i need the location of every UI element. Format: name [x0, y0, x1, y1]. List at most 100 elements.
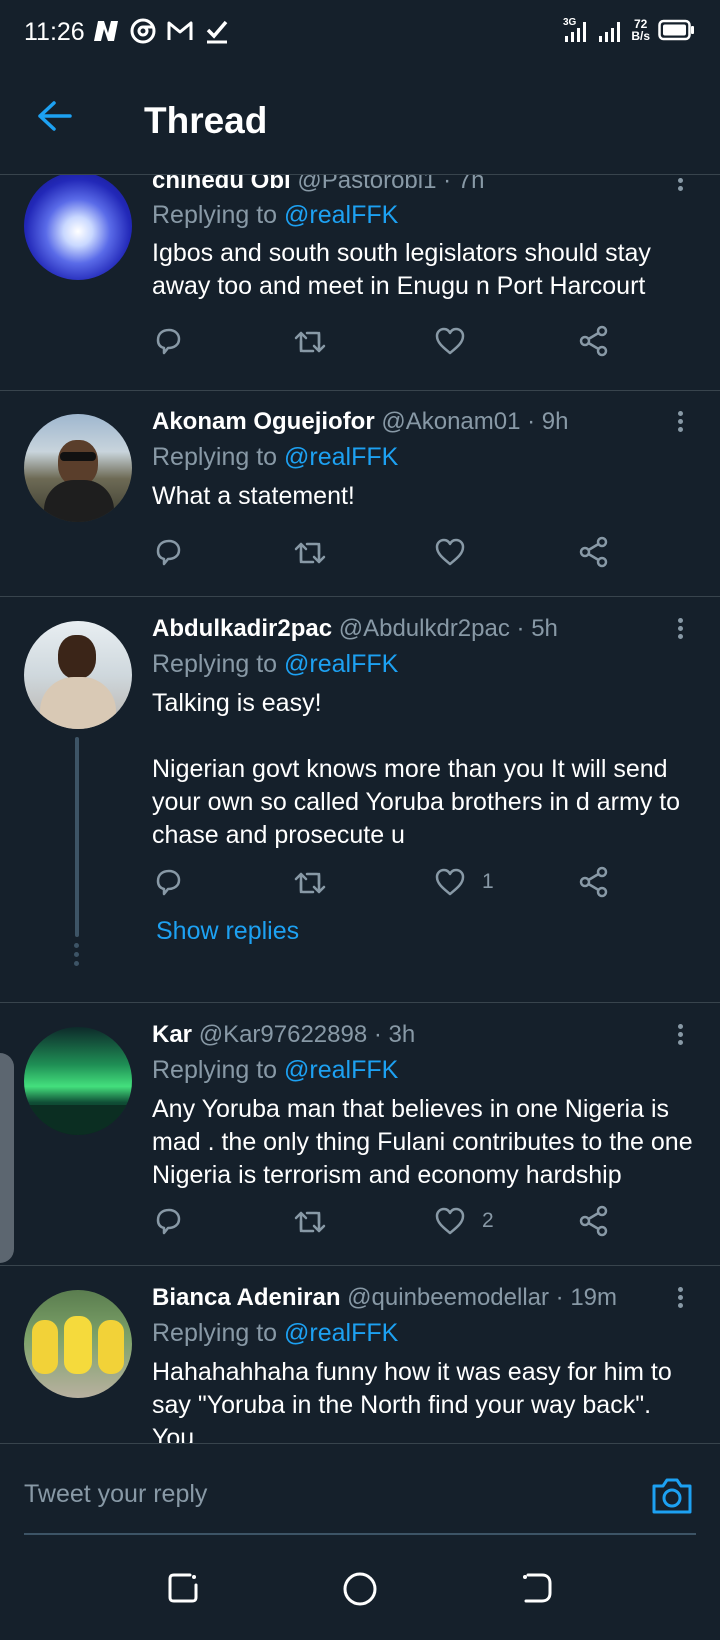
tweet-item[interactable]: Kar @Kar97622898 · 3h Replying to @realF…	[0, 1003, 720, 1266]
mention-link[interactable]: @realFFK	[284, 443, 398, 471]
share-button[interactable]	[578, 862, 610, 902]
thread-feed[interactable]: chinedu Obi @Pastorobi1 · 7h Replying to…	[0, 175, 720, 1443]
avatar[interactable]	[24, 621, 132, 729]
retweet-button[interactable]	[292, 532, 328, 572]
tweet-time: · 7h	[443, 175, 485, 194]
mention-link[interactable]: @realFFK	[284, 650, 398, 678]
tweet-time: · 19m	[555, 1284, 618, 1311]
share-button[interactable]	[578, 532, 610, 572]
signal-icon	[599, 22, 621, 42]
replying-to: Replying to @realFFK	[152, 201, 399, 229]
tweet-time: · 9h	[527, 408, 569, 435]
share-icon	[579, 866, 608, 898]
page-title: Thread	[144, 100, 268, 141]
thread-connector	[75, 737, 79, 937]
share-button[interactable]	[578, 1201, 610, 1241]
thread-dots	[74, 939, 79, 970]
tweet-actions: 1	[152, 862, 632, 902]
tweet-header: Abdulkadir2pac @Abdulkdr2pac · 5h	[152, 615, 558, 643]
like-button[interactable]	[434, 532, 482, 572]
show-replies-link[interactable]: Show replies	[156, 917, 299, 946]
tweet-text: Any Yoruba man that believes in one Nige…	[152, 1095, 693, 1189]
back-button[interactable]	[36, 100, 72, 137]
author-name[interactable]: Abdulkadir2pac	[152, 615, 332, 642]
recents-button[interactable]	[166, 1571, 200, 1610]
like-count: 2	[482, 1209, 494, 1232]
like-button[interactable]: 1	[434, 862, 494, 902]
retweet-button[interactable]	[292, 1201, 328, 1241]
reply-input[interactable]: Tweet your reply	[24, 1480, 207, 1509]
author-handle: @Pastorobi1	[297, 175, 437, 194]
edge-panel-handle[interactable]	[0, 1053, 14, 1263]
notification-icons	[92, 18, 230, 44]
avatar[interactable]	[24, 414, 132, 522]
tweet-actions	[152, 532, 632, 572]
author-handle: @Akonam01	[381, 408, 521, 435]
reply-button[interactable]	[152, 321, 184, 361]
more-options-button[interactable]	[668, 1284, 692, 1314]
tweet-header: chinedu Obi @Pastorobi1 · 7h	[152, 175, 484, 195]
tweet-item[interactable]: Akonam Oguejiofor @Akonam01 · 9h Replyin…	[0, 390, 720, 597]
signal-3g-icon: 3G	[563, 17, 587, 42]
replying-to: Replying to @realFFK	[152, 443, 399, 471]
tweet-item[interactable]: Abdulkadir2pac @Abdulkdr2pac · 5h Replyi…	[0, 597, 720, 1003]
camera-button[interactable]	[650, 1476, 694, 1521]
back-nav-button[interactable]	[520, 1571, 554, 1610]
reply-icon	[156, 869, 181, 896]
share-button[interactable]	[578, 321, 610, 361]
retweet-icon	[294, 542, 326, 564]
more-options-button[interactable]	[668, 615, 692, 645]
back-nav-icon	[523, 1573, 552, 1603]
like-icon	[435, 868, 465, 896]
reply-button[interactable]	[152, 862, 184, 902]
like-icon	[435, 538, 465, 566]
author-name[interactable]: Bianca Adeniran	[152, 1284, 341, 1311]
reply-button[interactable]	[152, 1201, 184, 1241]
author-handle: @Kar97622898	[198, 1021, 368, 1048]
retweet-icon	[294, 872, 326, 894]
input-underline	[24, 1533, 696, 1535]
status-bar: 11:26 3G 72 B/s	[0, 0, 720, 64]
mention-link[interactable]: @realFFK	[284, 201, 398, 229]
author-name[interactable]: Akonam Oguejiofor	[152, 408, 375, 435]
status-time: 11:26	[24, 18, 85, 46]
chrome-icon	[130, 18, 156, 44]
retweet-button[interactable]	[292, 321, 328, 361]
like-button[interactable]	[434, 321, 482, 361]
svg-text:3G: 3G	[563, 17, 577, 28]
tweet-item[interactable]: chinedu Obi @Pastorobi1 · 7h Replying to…	[0, 175, 720, 391]
like-icon	[435, 1207, 465, 1235]
retweet-icon	[294, 331, 326, 353]
more-options-button[interactable]	[668, 175, 692, 197]
retweet-button[interactable]	[292, 862, 328, 902]
camera-icon	[652, 1478, 692, 1514]
gmail-icon	[167, 21, 193, 40]
avatar[interactable]	[24, 1027, 132, 1135]
tweet-header: Akonam Oguejiofor @Akonam01 · 9h	[152, 408, 569, 436]
app-header: Thread	[0, 64, 720, 175]
battery-icon	[658, 19, 694, 41]
tweet-actions: 2	[152, 1201, 632, 1241]
home-button[interactable]	[342, 1571, 378, 1612]
tweet-header: Kar @Kar97622898 · 3h	[152, 1021, 415, 1049]
tweet-item[interactable]: Bianca Adeniran @quinbeemodellar · 19m R…	[0, 1266, 720, 1443]
replying-to: Replying to @realFFK	[152, 650, 399, 678]
reply-composer: Tweet your reply	[0, 1443, 720, 1544]
avatar[interactable]	[24, 1290, 132, 1398]
mention-link[interactable]: @realFFK	[284, 1056, 398, 1084]
mention-link[interactable]: @realFFK	[284, 1319, 398, 1347]
tweet-header: Bianca Adeniran @quinbeemodellar · 19m	[152, 1284, 617, 1312]
avatar[interactable]	[24, 175, 132, 280]
retweet-icon	[294, 1211, 326, 1233]
share-icon	[579, 1205, 608, 1237]
replying-to: Replying to @realFFK	[152, 1319, 399, 1347]
like-icon	[435, 327, 465, 355]
like-button[interactable]: 2	[434, 1201, 494, 1241]
more-options-button[interactable]	[668, 1021, 692, 1051]
system-nav-bar	[0, 1543, 720, 1640]
author-name[interactable]: Kar	[152, 1021, 192, 1048]
author-name[interactable]: chinedu Obi	[152, 175, 291, 194]
more-options-button[interactable]	[668, 408, 692, 438]
reply-button[interactable]	[152, 532, 184, 572]
reply-icon	[156, 328, 181, 355]
